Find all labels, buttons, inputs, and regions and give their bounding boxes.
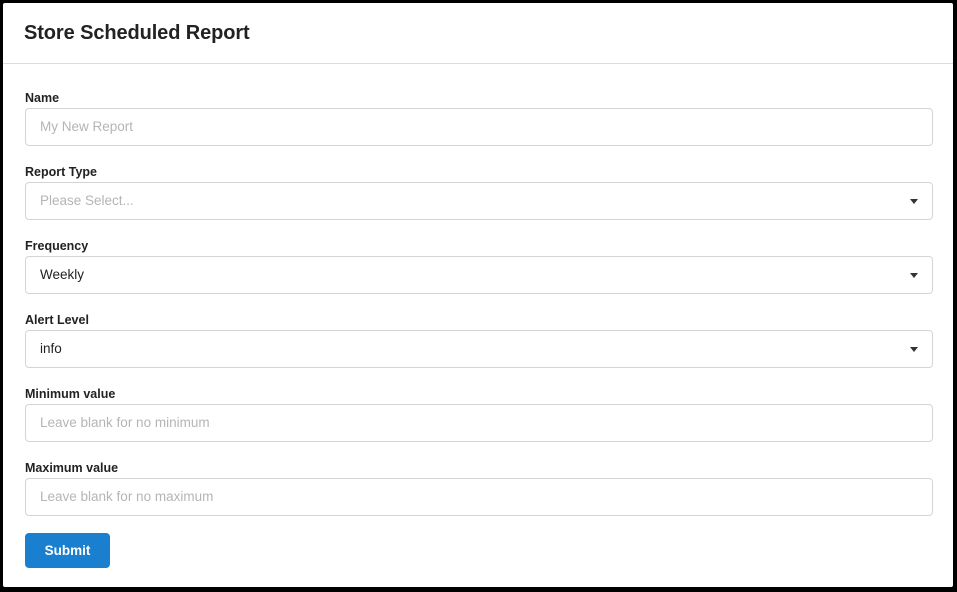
minimum-value-input[interactable]: Leave blank for no minimum: [25, 404, 933, 442]
alert-level-select[interactable]: info: [25, 330, 933, 368]
name-label: Name: [25, 91, 60, 105]
frequency-label: Frequency: [25, 239, 89, 253]
alert-level-label: Alert Level: [25, 313, 89, 327]
minimum-value-label: Minimum value: [25, 387, 116, 401]
caret-down-icon: [910, 347, 918, 352]
store-scheduled-report-modal: Store Scheduled Report Name My New Repor…: [3, 3, 953, 587]
name-input-placeholder: My New Report: [40, 119, 134, 134]
report-type-label: Report Type: [25, 165, 97, 179]
maximum-value-input[interactable]: Leave blank for no maximum: [25, 478, 933, 516]
caret-down-icon: [910, 199, 918, 204]
caret-down-icon: [910, 273, 918, 278]
alert-level-selected-value: info: [40, 341, 62, 356]
maximum-value-placeholder: Leave blank for no maximum: [40, 489, 214, 504]
minimum-value-placeholder: Leave blank for no minimum: [40, 415, 210, 430]
modal-title: Store Scheduled Report: [24, 22, 250, 44]
frequency-select[interactable]: Weekly: [25, 256, 933, 294]
maximum-value-label: Maximum value: [25, 461, 119, 475]
report-type-placeholder: Please Select...: [40, 193, 134, 208]
report-type-select[interactable]: Please Select...: [25, 182, 933, 220]
name-input[interactable]: My New Report: [25, 108, 933, 146]
submit-button[interactable]: Submit: [25, 533, 110, 568]
modal-header: Store Scheduled Report: [3, 3, 953, 64]
frequency-selected-value: Weekly: [40, 267, 85, 282]
